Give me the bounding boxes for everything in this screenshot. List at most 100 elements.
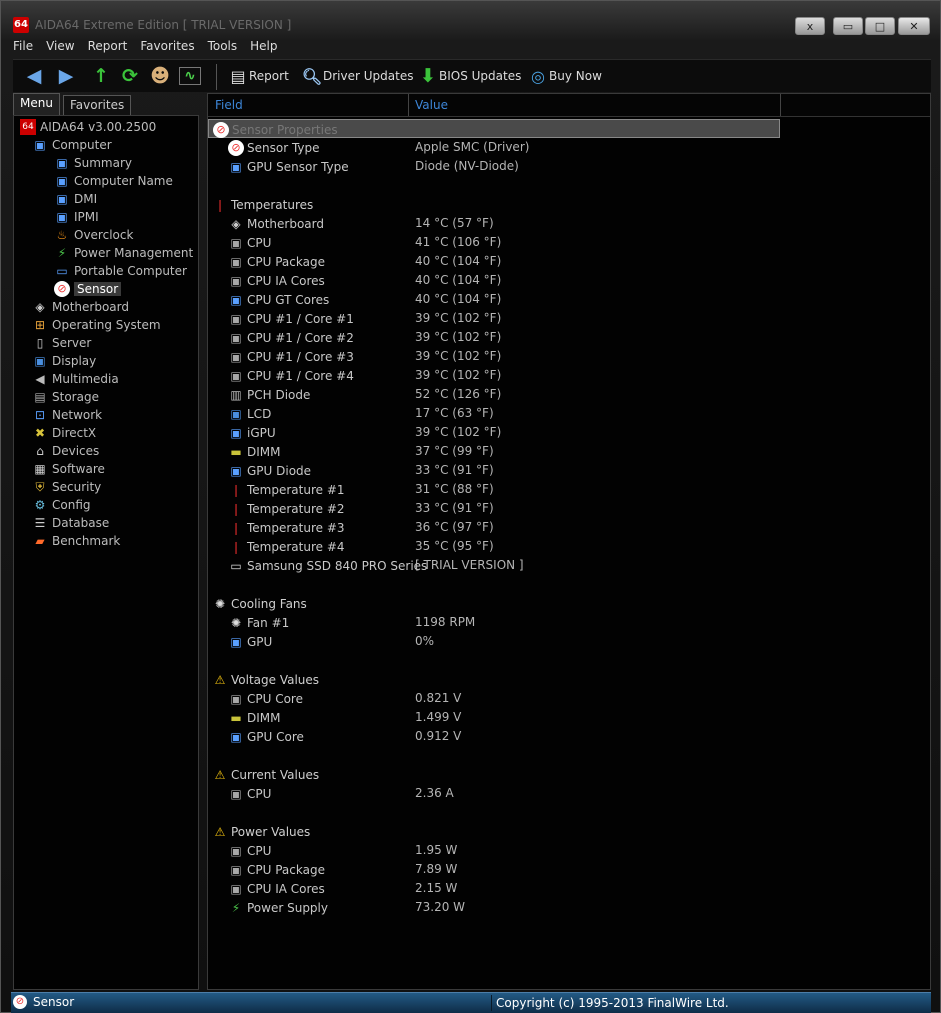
- table-row[interactable]: ▣ CPU #1 / Core #3 39 °C (102 °F): [208, 347, 930, 366]
- table-row[interactable]: ▣ CPU 41 °C (106 °F): [208, 233, 930, 252]
- download-arrow-icon: ⬇: [420, 65, 436, 87]
- tree-item[interactable]: ⛨ Security: [32, 478, 101, 496]
- tree-item-label: Multimedia: [52, 372, 119, 386]
- tree-item[interactable]: ⌂ Devices: [32, 442, 99, 460]
- menu-favorites[interactable]: Favorites: [140, 39, 194, 53]
- table-row[interactable]: ▣ GPU Diode 33 °C (91 °F): [208, 461, 930, 480]
- tree-item[interactable]: ◀ Multimedia: [32, 370, 119, 388]
- tree-item[interactable]: ⚡ Power Management: [54, 244, 193, 262]
- table-row[interactable]: ▣ GPU Sensor Type Diode (NV-Diode): [208, 157, 930, 176]
- value-cell: 52 °C (126 °F): [415, 387, 502, 401]
- column-divider[interactable]: [780, 94, 781, 116]
- table-row[interactable]: ▣ CPU 2.36 A: [208, 784, 930, 803]
- menu-view[interactable]: View: [46, 39, 74, 53]
- section-header[interactable]: ⚠ Voltage Values: [208, 670, 930, 689]
- monitor-graph-button[interactable]: ∿: [179, 65, 201, 87]
- report-button[interactable]: ▤ Report: [227, 65, 288, 87]
- table-row[interactable]: ▣ CPU #1 / Core #4 39 °C (102 °F): [208, 366, 930, 385]
- minimize-button[interactable]: ▭: [833, 17, 863, 35]
- table-row[interactable]: ⚡ Power Supply 73.20 W: [208, 898, 930, 917]
- users-button[interactable]: ☻: [149, 65, 171, 87]
- table-row[interactable]: ❘ Temperature #2 33 °C (91 °F): [208, 499, 930, 518]
- section-header[interactable]: ⊘ Sensor Properties: [208, 119, 780, 138]
- extra-button[interactable]: x: [795, 17, 825, 35]
- field-cell: ▣ CPU Core: [228, 689, 303, 708]
- table-row[interactable]: ▣ iGPU 39 °C (102 °F): [208, 423, 930, 442]
- table-row[interactable]: ◈ Motherboard 14 °C (57 °F): [208, 214, 930, 233]
- tree-item-label: DirectX: [52, 426, 97, 440]
- tree-item[interactable]: 64 AIDA64 v3.00.2500: [20, 118, 156, 136]
- table-row[interactable]: ✺ Fan #1 1198 RPM: [208, 613, 930, 632]
- forward-button[interactable]: ▶: [55, 65, 77, 87]
- menu-help[interactable]: Help: [250, 39, 277, 53]
- tree-item[interactable]: ☰ Database: [32, 514, 110, 532]
- aida-logo-icon: 64: [20, 119, 36, 135]
- tree-item[interactable]: ▦ Software: [32, 460, 105, 478]
- title-bar[interactable]: 64 AIDA64 Extreme Edition [ TRIAL VERSIO…: [1, 1, 940, 37]
- tree-item[interactable]: ♨ Overclock: [54, 226, 134, 244]
- table-row[interactable]: ⊘ Sensor Type Apple SMC (Driver): [208, 138, 930, 157]
- table-row[interactable]: ▣ CPU IA Cores 2.15 W: [208, 879, 930, 898]
- section-header[interactable]: ❘ Temperatures: [208, 195, 930, 214]
- table-row[interactable]: ▣ GPU 0%: [208, 632, 930, 651]
- tree-item-label: Display: [52, 354, 97, 368]
- table-row[interactable]: ▣ CPU GT Cores 40 °C (104 °F): [208, 290, 930, 309]
- refresh-button[interactable]: ⟳: [119, 65, 141, 87]
- table-row[interactable]: ▣ CPU Package 7.89 W: [208, 860, 930, 879]
- tree-item[interactable]: ▣ DMI: [54, 190, 97, 208]
- buy-now-button[interactable]: ◎ Buy Now: [527, 65, 602, 87]
- section-header[interactable]: ⚠ Power Values: [208, 822, 930, 841]
- table-row[interactable]: ▣ CPU Package 40 °C (104 °F): [208, 252, 930, 271]
- tree-item[interactable]: ▣ Computer Name: [54, 172, 173, 190]
- table-row[interactable]: ▭ Samsung SSD 840 PRO Series[ TRIAL VERSI…: [208, 556, 930, 575]
- table-row[interactable]: ▣ CPU #1 / Core #1 39 °C (102 °F): [208, 309, 930, 328]
- column-divider[interactable]: [408, 94, 409, 116]
- tree-item[interactable]: ▣ Display: [32, 352, 96, 370]
- tree-item[interactable]: ⊞ Operating System: [32, 316, 161, 334]
- tab-menu[interactable]: Menu: [13, 93, 60, 116]
- table-row[interactable]: ▣ GPU Core 0.912 V: [208, 727, 930, 746]
- table-row[interactable]: ▬ DIMM 1.499 V: [208, 708, 930, 727]
- maximize-button[interactable]: □: [865, 17, 895, 35]
- menu-tools[interactable]: Tools: [208, 39, 238, 53]
- table-row[interactable]: ▥ PCH Diode 52 °C (126 °F): [208, 385, 930, 404]
- bios-updates-button[interactable]: ⬇ BIOS Updates: [417, 65, 521, 87]
- tree-item[interactable]: ▣ IPMI: [54, 208, 98, 226]
- section-header[interactable]: ✺ Cooling Fans: [208, 594, 930, 613]
- tree-item[interactable]: ▯ Server: [32, 334, 92, 352]
- menu-file[interactable]: File: [13, 39, 33, 53]
- table-row[interactable]: ▣ CPU #1 / Core #2 39 °C (102 °F): [208, 328, 930, 347]
- value-column-header[interactable]: Value: [415, 98, 448, 112]
- table-row[interactable]: ▣ CPU 1.95 W: [208, 841, 930, 860]
- value-cell: 14 °C (57 °F): [415, 216, 494, 230]
- tree-item[interactable]: ⊡ Network: [32, 406, 102, 424]
- tree-item[interactable]: ⚙ Config: [32, 496, 91, 514]
- tree-item[interactable]: ▣ Summary: [54, 154, 132, 172]
- section-header[interactable]: ⚠ Current Values: [208, 765, 930, 784]
- table-row[interactable]: ▣ CPU IA Cores 40 °C (104 °F): [208, 271, 930, 290]
- field-cell: ▣ CPU: [228, 233, 271, 252]
- table-row[interactable]: ❘ Temperature #3 36 °C (97 °F): [208, 518, 930, 537]
- driver-updates-button[interactable]: 🔍︎ Driver Updates: [301, 65, 414, 87]
- cpu-icon: ▣: [230, 311, 242, 326]
- tree-item[interactable]: ▤ Storage: [32, 388, 99, 406]
- tab-favorites[interactable]: Favorites: [63, 95, 132, 116]
- table-row[interactable]: ▣ CPU Core 0.821 V: [208, 689, 930, 708]
- tree-item-label: AIDA64 v3.00.2500: [40, 120, 157, 134]
- tree-item[interactable]: ✖ DirectX: [32, 424, 96, 442]
- tree-item[interactable]: ▭ Portable Computer: [54, 262, 187, 280]
- close-button[interactable]: ✕: [898, 17, 930, 35]
- field-column-header[interactable]: Field: [215, 98, 243, 112]
- tree-item[interactable]: ▰ Benchmark: [32, 532, 120, 550]
- back-button[interactable]: ◀: [23, 65, 45, 87]
- field-cell: ▣ CPU #1 / Core #3: [228, 347, 354, 366]
- table-row[interactable]: ❘ Temperature #1 31 °C (88 °F): [208, 480, 930, 499]
- up-button[interactable]: ↑: [90, 65, 112, 87]
- tree-item[interactable]: ◈ Motherboard: [32, 298, 129, 316]
- table-row[interactable]: ▣ LCD 17 °C (63 °F): [208, 404, 930, 423]
- tree-item[interactable]: ⊘ Sensor: [54, 280, 122, 298]
- tree-item[interactable]: ▣ Computer: [32, 136, 111, 154]
- menu-report[interactable]: Report: [88, 39, 128, 53]
- table-row[interactable]: ▬ DIMM 37 °C (99 °F): [208, 442, 930, 461]
- table-row[interactable]: ❘ Temperature #4 35 °C (95 °F): [208, 537, 930, 556]
